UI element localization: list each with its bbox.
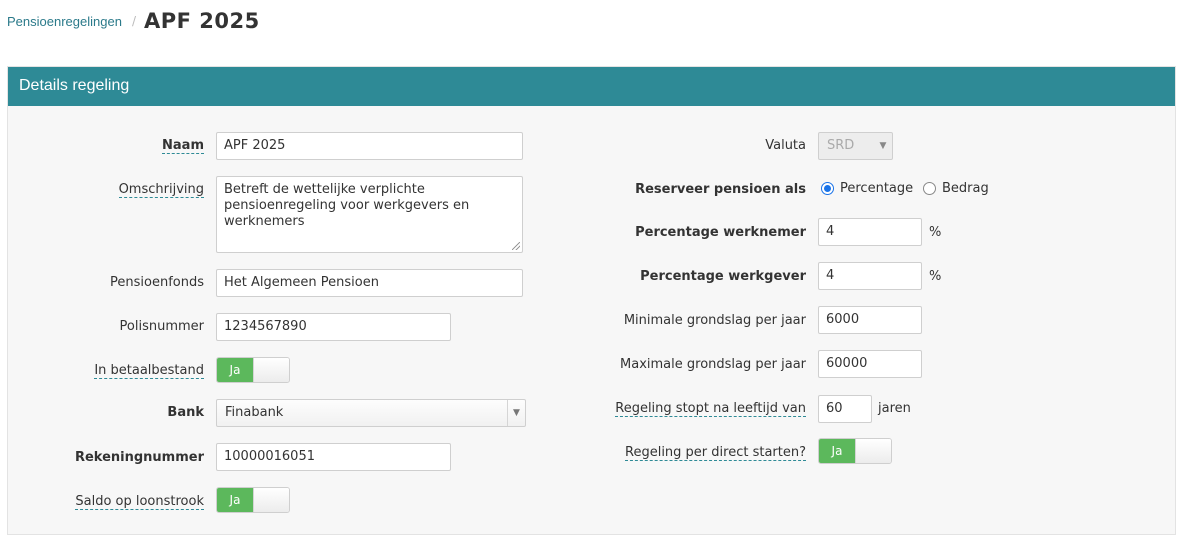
percentage-werknemer-label: Percentage werknemer xyxy=(635,225,806,240)
in-betaalbestand-toggle[interactable]: Ja xyxy=(216,357,290,383)
saldo-op-loonstrook-toggle[interactable]: Ja xyxy=(216,487,290,513)
pensioenfonds-label: Pensioenfonds xyxy=(110,275,204,290)
toggle-on-label: Ja xyxy=(819,439,855,463)
regeling-stopt-input[interactable]: 60 xyxy=(818,395,872,423)
omschrijving-textarea[interactable]: Betreft de wettelijke verplichte pensioe… xyxy=(216,176,523,253)
regeling-stopt-label: Regeling stopt na leeftijd van xyxy=(615,401,806,417)
jaren-unit: jaren xyxy=(878,401,911,416)
valuta-select: SRD ▼ xyxy=(818,132,893,160)
breadcrumb: Pensioenregelingen / APF 2025 xyxy=(7,6,260,36)
bank-select[interactable]: Finabank ▼ xyxy=(216,399,526,427)
regeling-direct-starten-label: Regeling per direct starten? xyxy=(625,445,806,461)
toggle-knob xyxy=(253,358,289,382)
pensioenfonds-input[interactable]: Het Algemeen Pensioen xyxy=(216,269,523,297)
radio-bedrag-label: Bedrag xyxy=(942,181,989,196)
percentage-werkgever-input[interactable]: 4 xyxy=(818,262,922,290)
maximale-grondslag-label: Maximale grondslag per jaar xyxy=(620,357,806,372)
bank-selected-value: Finabank xyxy=(225,405,284,420)
valuta-selected-value: SRD xyxy=(827,138,855,153)
in-betaalbestand-label: In betaalbestand xyxy=(94,363,204,379)
valuta-label: Valuta xyxy=(765,138,806,153)
saldo-op-loonstrook-label: Saldo op loonstrook xyxy=(75,494,204,510)
maximale-grondslag-input[interactable]: 60000 xyxy=(818,350,922,378)
radio-percentage[interactable]: Percentage xyxy=(821,181,913,196)
naam-input[interactable]: APF 2025 xyxy=(216,132,523,160)
polisnummer-label: Polisnummer xyxy=(119,319,204,334)
radio-checked-icon xyxy=(821,182,834,195)
reserveer-label: Reserveer pensioen als xyxy=(635,182,806,197)
minimale-grondslag-label: Minimale grondslag per jaar xyxy=(623,313,806,328)
toggle-knob xyxy=(253,488,289,512)
toggle-knob xyxy=(855,439,891,463)
percent-unit: % xyxy=(929,269,942,284)
minimale-grondslag-input[interactable]: 6000 xyxy=(818,306,922,334)
toggle-on-label: Ja xyxy=(217,488,253,512)
percent-unit: % xyxy=(929,225,942,240)
chevron-down-icon: ▼ xyxy=(507,400,525,426)
omschrijving-label: Omschrijving xyxy=(118,182,204,198)
chevron-down-icon: ▼ xyxy=(879,141,887,151)
rekeningnummer-label: Rekeningnummer xyxy=(74,450,204,465)
rekeningnummer-input[interactable]: 10000016051 xyxy=(216,443,451,471)
naam-label: Naam xyxy=(162,138,204,154)
toggle-on-label: Ja xyxy=(217,358,253,382)
polisnummer-input[interactable]: 1234567890 xyxy=(216,313,451,341)
radio-unchecked-icon xyxy=(923,182,936,195)
breadcrumb-separator: / xyxy=(131,14,136,28)
panel-header: Details regeling xyxy=(8,67,1175,106)
percentage-werkgever-label: Percentage werkgever xyxy=(640,269,806,284)
percentage-werknemer-input[interactable]: 4 xyxy=(818,218,922,246)
bank-label: Bank xyxy=(167,405,204,420)
radio-percentage-label: Percentage xyxy=(840,181,914,196)
omschrijving-text: Betreft de wettelijke verplichte pensioe… xyxy=(224,182,470,229)
page-title: APF 2025 xyxy=(143,9,260,33)
regeling-direct-starten-toggle[interactable]: Ja xyxy=(818,438,892,464)
resize-grip-icon[interactable] xyxy=(512,242,520,250)
breadcrumb-link-pensioenregelingen[interactable]: Pensioenregelingen xyxy=(7,14,122,29)
radio-bedrag[interactable]: Bedrag xyxy=(923,181,989,196)
